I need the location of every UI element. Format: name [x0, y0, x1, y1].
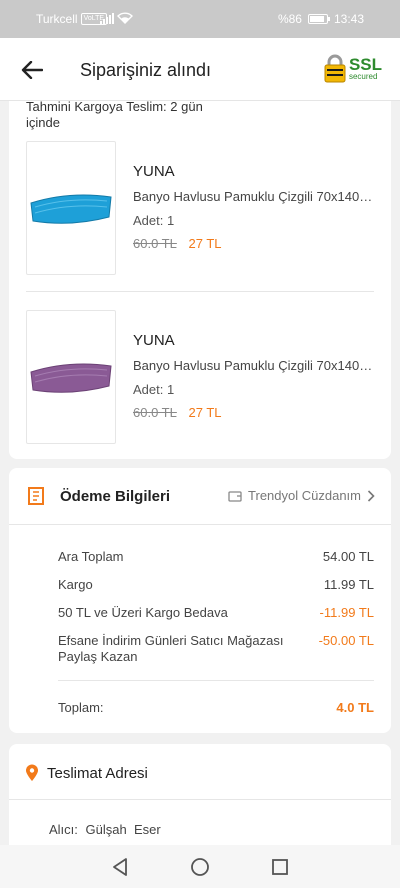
towel-image: [30, 194, 112, 224]
address-title: Teslimat Adresi: [47, 765, 148, 782]
product-brand: YUNA: [133, 332, 175, 349]
divider: [58, 680, 374, 681]
total-value: 4.0 TL: [336, 700, 374, 715]
total-row: Toplam: 4.0 TL: [58, 700, 374, 715]
products-card: Tahmini Kargoya Teslim: 2 gün içinde YUN…: [9, 101, 391, 459]
order-content[interactable]: Tahmini Kargoya Teslim: 2 gün içinde YUN…: [0, 101, 400, 845]
triangle-back-icon: [113, 857, 127, 876]
product-price: 27 TL: [188, 236, 222, 251]
wifi-icon: [117, 12, 133, 24]
product-item[interactable]: YUNA Banyo Havlusu Pamuklu Çizgili 70x14…: [26, 310, 374, 444]
chevron-right-icon: [367, 489, 375, 502]
product-name: Banyo Havlusu Pamuklu Çizgili 70x140 cm: [133, 189, 374, 204]
square-recents-icon: [272, 858, 288, 875]
divider: [26, 291, 374, 292]
product-image: [26, 141, 116, 275]
signal-icon: [100, 13, 114, 24]
payment-card: Ödeme Bilgileri Trendyol Cüzdanım Ara To…: [9, 468, 391, 733]
recipient-label: Alıcı:: [49, 822, 78, 837]
payment-row-value: -50.00 TL: [318, 633, 374, 648]
wallet-label: Trendyol Cüzdanım: [248, 488, 361, 503]
ssl-sub: secured: [348, 71, 378, 81]
ssl-badge: SSL secured: [323, 53, 382, 83]
circle-home-icon: [191, 857, 209, 876]
payment-row-label: Ara Toplam: [58, 549, 124, 564]
padlock-icon: [324, 54, 346, 83]
ssl-label: SSL: [348, 54, 382, 74]
battery-percent: %86: [277, 12, 302, 26]
nav-back-button[interactable]: [108, 855, 132, 879]
carrier: Turkcell VoLTE: [36, 12, 108, 26]
product-old-price: 60.0 TL: [133, 236, 177, 251]
payment-row-label: 50 TL ve Üzeri Kargo Bedava: [58, 605, 228, 620]
page-title: Siparişiniz alındı: [80, 60, 212, 80]
status-bar: Turkcell VoLTE %86 13:43: [0, 0, 400, 38]
payment-rows: Ara Toplam 54.00 TL Kargo 11.99 TL 50 TL…: [58, 549, 374, 678]
payment-row: Ara Toplam 54.00 TL: [58, 549, 374, 564]
towel-image: [30, 363, 112, 393]
payment-row: Kargo 11.99 TL: [58, 577, 374, 592]
wallet-link[interactable]: Trendyol Cüzdanım: [228, 488, 375, 503]
address-card: Teslimat Adresi Alıcı: Gülşah Eser: [9, 744, 391, 845]
product-quantity: Adet: 1: [133, 382, 175, 397]
payment-row: Efsane İndirim Günleri Satıcı Mağazası P…: [58, 633, 374, 665]
payment-row-value: -11.99 TL: [319, 605, 374, 620]
product-item[interactable]: YUNA Banyo Havlusu Pamuklu Çizgili 70x14…: [26, 141, 374, 275]
back-button[interactable]: [18, 56, 46, 84]
system-nav-bar: [0, 845, 400, 888]
payment-row-label: Efsane İndirim Günleri Satıcı Mağazası P…: [58, 633, 284, 664]
product-brand: YUNA: [133, 163, 175, 180]
payment-title: Ödeme Bilgileri: [60, 488, 171, 505]
battery-icon: [307, 14, 330, 24]
location-pin-icon: [26, 764, 38, 781]
wallet-icon: [228, 490, 242, 502]
nav-home-button[interactable]: [188, 855, 212, 879]
product-image: [26, 310, 116, 444]
product-price: 27 TL: [188, 405, 222, 420]
payment-row-label: Kargo: [58, 577, 93, 592]
recipient-name: Gülşah Eser: [85, 822, 161, 837]
address-header: Teslimat Adresi: [9, 744, 391, 800]
receipt-icon: [28, 487, 44, 505]
product-old-price: 60.0 TL: [133, 405, 177, 420]
clock: 13:43: [333, 12, 364, 26]
total-label: Toplam:: [58, 700, 104, 715]
delivery-note: Tahmini Kargoya Teslim: 2 gün içinde: [26, 101, 203, 130]
payment-row-value: 54.00 TL: [322, 549, 374, 564]
nav-recents-button[interactable]: [268, 855, 292, 879]
arrow-left-icon: [21, 61, 43, 79]
product-name: Banyo Havlusu Pamuklu Çizgili 70x140 cm: [133, 358, 374, 373]
carrier-name: Turkcell: [36, 12, 78, 26]
product-quantity: Adet: 1: [133, 213, 175, 228]
payment-row: 50 TL ve Üzeri Kargo Bedava -11.99 TL: [58, 605, 374, 620]
payment-row-value: 11.99 TL: [323, 577, 374, 592]
payment-header: Ödeme Bilgileri Trendyol Cüzdanım: [9, 468, 391, 525]
recipient: Alıcı: Gülşah Eser: [49, 822, 161, 837]
app-header: Siparişiniz alındı SSL secured: [0, 38, 400, 101]
